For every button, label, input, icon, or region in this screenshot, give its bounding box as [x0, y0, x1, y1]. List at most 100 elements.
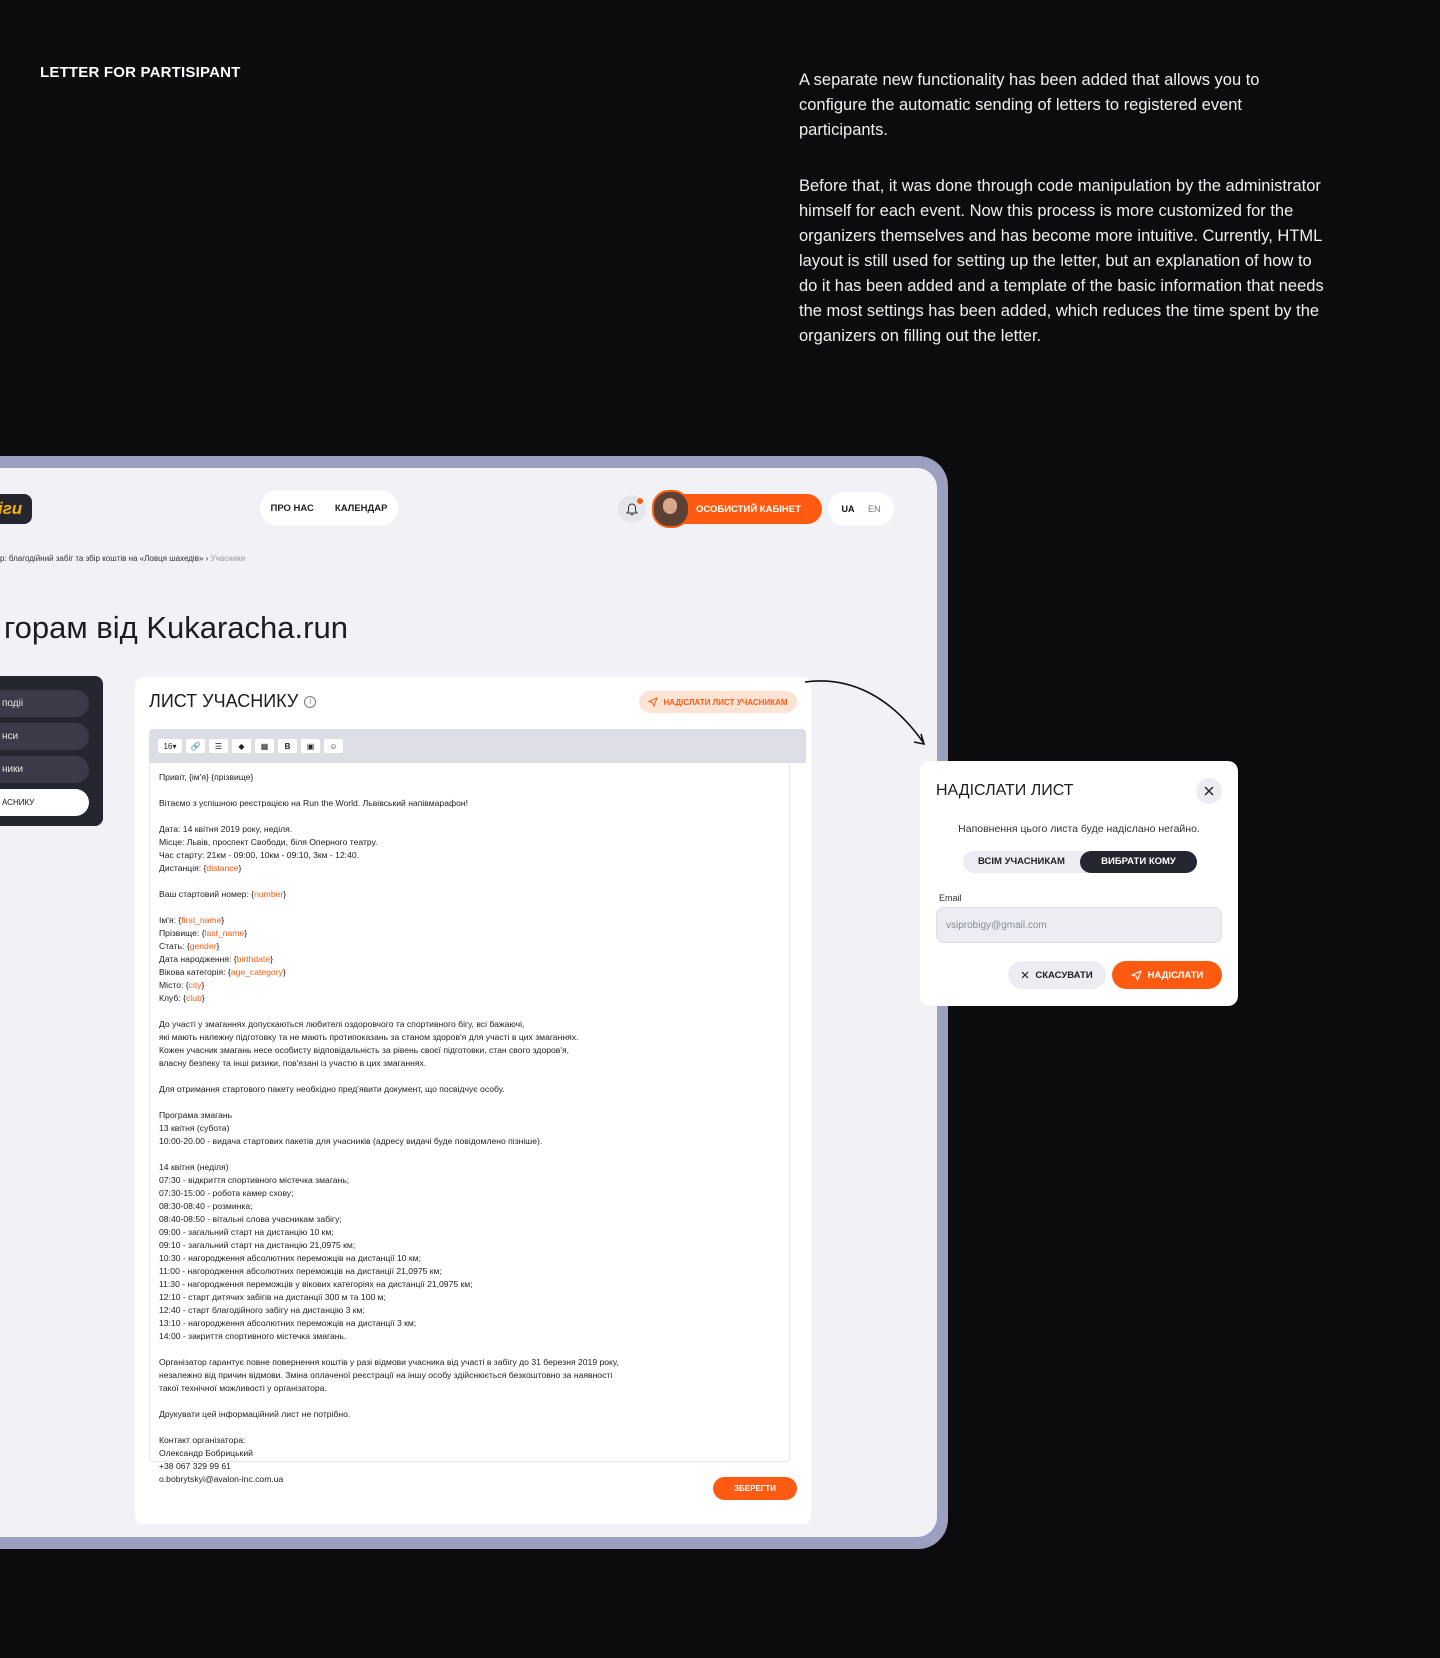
- side-item-letter[interactable]: АСНИКУ: [0, 789, 89, 816]
- side-menu: подіі нси ники АСНИКУ: [0, 676, 103, 826]
- save-button[interactable]: ЗБЕРЕГТИ: [713, 1477, 797, 1500]
- image-icon[interactable]: ▣: [301, 739, 320, 753]
- emoji-icon[interactable]: ☺: [324, 739, 343, 753]
- editor-line: 07:30 - відкриття спортивного містечка з…: [159, 1175, 350, 1185]
- editor-line: Вітаємо з успішною реєстрацією на Run th…: [159, 798, 468, 808]
- editor-line: 11:00 - нагородження абсолютних переможц…: [159, 1266, 442, 1276]
- breadcrumb-event-link[interactable]: р: благодійний забіг та збір коштів на «…: [0, 554, 203, 563]
- send-to-participants-label: НАДІСЛАТИ ЛИСТ УЧАСНИКАМ: [663, 697, 788, 707]
- editor-line: Місце: Львів, проспект Свободи, біля Опе…: [159, 837, 378, 847]
- breadcrumb: р: благодійний забіг та збір коштів на «…: [0, 554, 245, 563]
- template-variable: {gender}: [186, 941, 220, 951]
- send-icon: [648, 697, 659, 707]
- side-item-events[interactable]: подіі: [0, 690, 89, 717]
- bold-icon[interactable]: B: [278, 739, 297, 753]
- editor-title-row: ЛИСТ УЧАСНИКУ i: [149, 691, 317, 712]
- letter-editor-card: ЛИСТ УЧАСНИКУ i НАДІСЛАТИ ЛИСТ УЧАСНИКАМ…: [135, 677, 811, 1524]
- editor-line: o.bobrytskyi@avalon-inc.com.ua: [159, 1474, 284, 1484]
- link-icon[interactable]: 🔗: [186, 739, 205, 753]
- font-size-select[interactable]: 16 ▾: [158, 739, 182, 753]
- send-button[interactable]: НАДІСЛАТИ: [1112, 961, 1222, 989]
- option-choose-recipients[interactable]: ВИБРАТИ КОМУ: [1080, 851, 1197, 873]
- table-icon[interactable]: ▦: [255, 739, 274, 753]
- editor-line: які мають належну підготовку та не мають…: [159, 1032, 579, 1042]
- template-variable: {number}: [251, 889, 287, 899]
- editor-line: 09:10 - загальний старт на дистанцію 21,…: [159, 1240, 356, 1250]
- editor-line: Дата народження: {birthdate}: [159, 954, 273, 964]
- template-variable: {city}: [185, 980, 205, 990]
- editor-line: 14 квітня (неділя): [159, 1162, 229, 1172]
- modal-description: Наповнення цього листа буде надіслано не…: [958, 823, 1200, 835]
- notification-dot: [637, 498, 643, 504]
- editor-line: незалежно від причин відмови. Зміна опла…: [159, 1370, 613, 1380]
- editor-line: 08:30-08:40 - розминка;: [159, 1201, 253, 1211]
- editor-toolbar: 16 ▾ 🔗 ☰ ◆ ▦ B ▣ ☺: [149, 729, 806, 763]
- editor-line: Вікова категорія: {age_category}: [159, 967, 286, 977]
- email-field[interactable]: [936, 907, 1222, 943]
- editor-line: Кожен учасник змагань несе особисту відп…: [159, 1045, 570, 1055]
- recipient-toggle: ВСІМ УЧАСНИКАМ ВИБРАТИ КОМУ: [963, 851, 1197, 873]
- send-letter-modal: НАДІСЛАТИ ЛИСТ Наповнення цього листа бу…: [920, 761, 1238, 1006]
- template-variable: {birthdate}: [233, 954, 273, 964]
- template-variable: {distance}: [203, 863, 242, 873]
- editor-line: Програма змагань: [159, 1110, 233, 1120]
- editor-line: Контакт організатора:: [159, 1435, 246, 1445]
- email-label: Email: [939, 893, 962, 903]
- letter-text-editor[interactable]: Привіт, {ім'я} {прізвище} Вітаємо з успіш…: [149, 763, 790, 1484]
- main-nav: ПРО НАС КАЛЕНДАР: [260, 490, 398, 526]
- send-to-participants-button[interactable]: НАДІСЛАТИ ЛИСТ УЧАСНИКАМ: [639, 691, 797, 713]
- editor-line: Місто: {city}: [159, 980, 205, 990]
- personal-cabinet-label: ОСОБИСТИЙ КАБІНЕТ: [696, 503, 801, 515]
- lang-en[interactable]: EN: [868, 504, 881, 514]
- info-icon[interactable]: i: [304, 695, 317, 708]
- option-all-participants[interactable]: ВСІМ УЧАСНИКАМ: [963, 851, 1080, 873]
- nav-about-link[interactable]: ПРО НАС: [270, 503, 313, 514]
- editor-line: 10:00-20.00 - видача стартових пакетів д…: [159, 1136, 543, 1146]
- editor-line: Дистанція: {distance}: [159, 863, 242, 873]
- nav-calendar-link[interactable]: КАЛЕНДАР: [335, 503, 388, 514]
- cancel-button[interactable]: СКАСУВАТИ: [1008, 961, 1106, 989]
- personal-cabinet-button[interactable]: ОСОБИСТИЙ КАБІНЕТ: [652, 490, 822, 528]
- editor-line: Прізвище: {last_name}: [159, 928, 248, 938]
- side-item-finances[interactable]: нси: [0, 723, 89, 750]
- editor-line: Час старту: 21км - 09:00, 10км - 09:10, …: [159, 850, 360, 860]
- section-title: LETTER FOR PARTISIPANT: [40, 64, 241, 81]
- editor-line: 08:40-08:50 - вітальні слова учасникам з…: [159, 1214, 342, 1224]
- device-frame: іги ПРО НАС КАЛЕНДАР ОСОБИСТИЙ КАБІНЕТ U…: [0, 456, 948, 1549]
- side-item-participants[interactable]: ники: [0, 756, 89, 783]
- editor-line: Привіт, {ім'я} {прізвище}: [159, 772, 254, 782]
- site-logo[interactable]: іги: [0, 494, 32, 524]
- editor-line: Стать: {gender}: [159, 941, 220, 951]
- bell-icon: [626, 502, 638, 515]
- editor-line: 13 квітня (субота): [159, 1123, 230, 1133]
- editor-line: До участі у змаганнях допускаються любит…: [159, 1019, 525, 1029]
- editor-line: Для отримання стартового пакету необхідн…: [159, 1084, 505, 1094]
- callout-arrow-icon: [804, 680, 926, 746]
- editor-line: 11:30 - нагородження переможців у вікови…: [159, 1279, 473, 1289]
- app-screen: іги ПРО НАС КАЛЕНДАР ОСОБИСТИЙ КАБІНЕТ U…: [0, 468, 937, 1537]
- fill-color-icon[interactable]: ◆: [232, 739, 251, 753]
- notifications-button[interactable]: [618, 495, 646, 523]
- breadcrumb-current: Учасники: [210, 554, 246, 563]
- editor-line: 10:30 - нагородження абсолютних переможц…: [159, 1253, 421, 1263]
- chevron-down-icon: ▾: [172, 741, 177, 751]
- modal-close-button[interactable]: [1196, 778, 1222, 804]
- editor-line: Олександр Бобрицький: [159, 1448, 253, 1458]
- template-variable: {last_name}: [201, 928, 248, 938]
- editor-line: власну безпеку та інші ризики, пов'язані…: [159, 1058, 427, 1068]
- intro-text: A separate new functionality has been ad…: [799, 68, 1329, 380]
- editor-line: 12:10 - старт дитячих забігів на дистанц…: [159, 1292, 386, 1302]
- list-icon[interactable]: ☰: [209, 739, 228, 753]
- editor-line: Друкувати цей інформаційний лист не потр…: [159, 1409, 351, 1419]
- lang-ua[interactable]: UA: [841, 504, 854, 514]
- breadcrumb-separator: ›: [205, 554, 209, 563]
- modal-title: НАДІСЛАТИ ЛИСТ: [936, 782, 1074, 799]
